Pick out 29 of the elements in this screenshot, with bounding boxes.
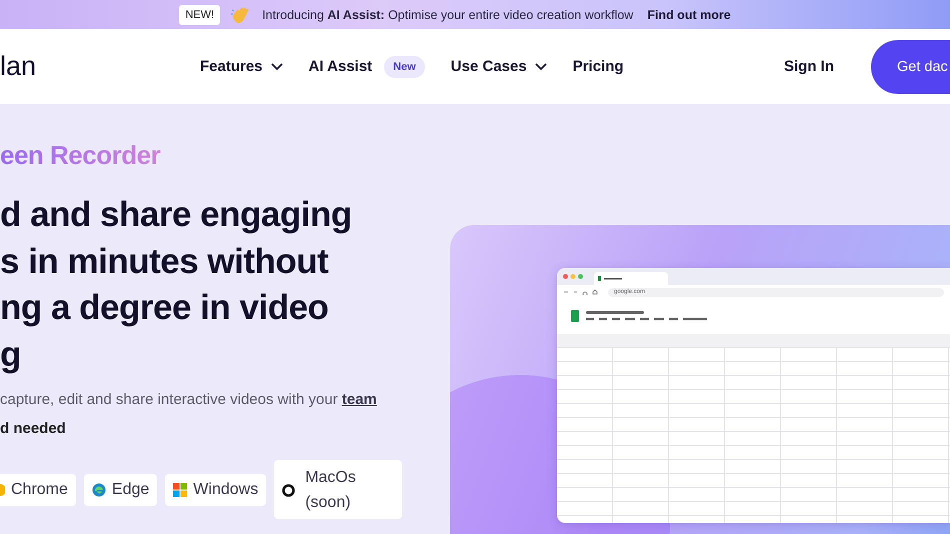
team-link[interactable]: team (342, 391, 377, 408)
tab-title-icon (598, 276, 623, 282)
nav-dropdown[interactable]: Use Cases (450, 58, 547, 75)
sign-in-link[interactable]: Sign In (784, 58, 834, 75)
nav-link[interactable]: AI Assist (308, 58, 372, 75)
edge-icon (92, 482, 106, 496)
platform-chip[interactable]: MacOs (soon) (274, 460, 402, 519)
headline-line: g (0, 334, 22, 376)
headline-line: ng a degree in video (0, 287, 330, 329)
announcement-text: Introducing AI Assist: Optimise your entire video creation workflow (262, 8, 634, 22)
new-badge: New (384, 56, 425, 78)
headline-line: d and share engaging (0, 194, 353, 236)
chevron-down-icon (270, 62, 283, 70)
chevron-down-icon (534, 62, 547, 70)
nav-dropdown[interactable]: Features (200, 58, 283, 75)
find-out-more-link[interactable]: Find out more (647, 8, 731, 22)
subtitle-text: capture, edit and share interactive videos with your team (0, 391, 378, 408)
ring-icon (282, 484, 296, 496)
window-controls-icon (563, 274, 585, 279)
logo-text[interactable]: lan (0, 51, 200, 82)
get-started-button[interactable]: Get dac (871, 40, 950, 94)
new-badge: NEW! (179, 4, 220, 24)
headline-line: s in minutes without (0, 240, 330, 282)
platform-chip[interactable]: Windows (165, 474, 266, 506)
note-text: d needed (0, 420, 67, 437)
nav-link[interactable]: Pricing (572, 58, 624, 75)
platform-chip[interactable]: Edge (84, 474, 158, 506)
windows-icon (173, 482, 188, 496)
platform-chip[interactable]: Chrome (0, 474, 76, 506)
